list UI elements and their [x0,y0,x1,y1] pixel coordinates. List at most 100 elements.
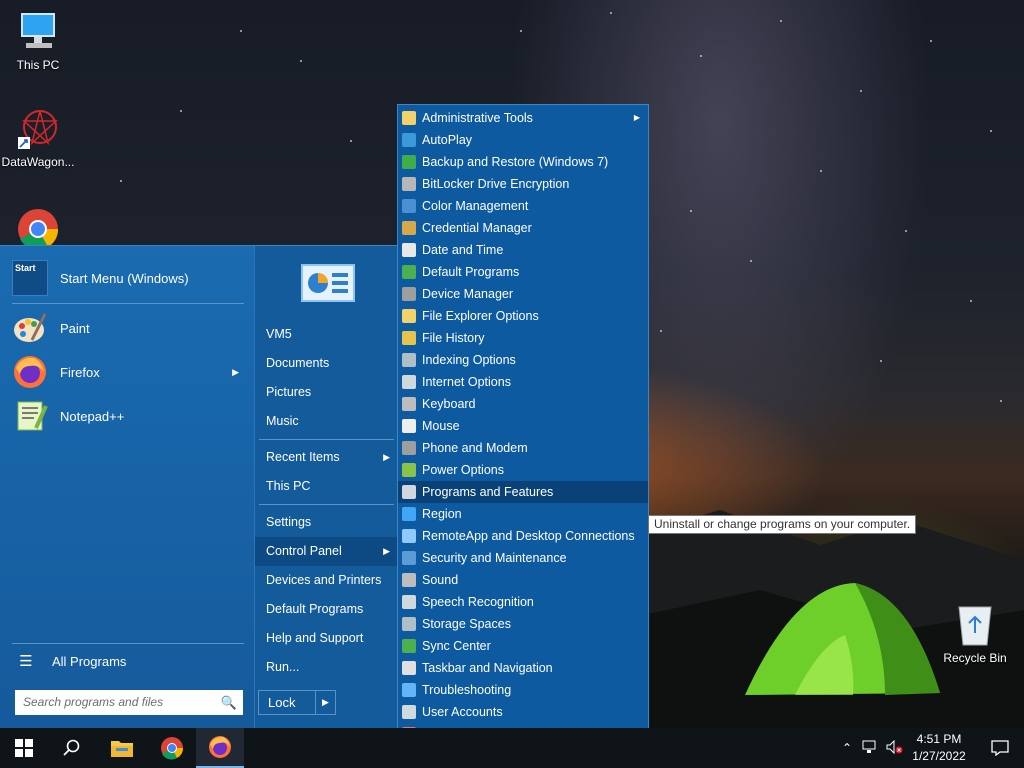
control-panel-item[interactable]: Phone and Modem [398,437,648,459]
control-panel-item[interactable]: Date and Time [398,239,648,261]
desktop-icon-chrome[interactable] [0,205,76,245]
all-programs-button[interactable]: ☰ All Programs [12,646,247,676]
start-link-pictures[interactable]: Pictures [255,378,398,407]
clock-icon [402,243,416,257]
link-label: Settings [266,515,312,529]
control-panel-item-label: Internet Options [422,375,511,389]
start-link-run[interactable]: Run... [255,653,398,682]
separator [259,439,394,440]
control-panel-item[interactable]: Sound [398,569,648,591]
separator [259,504,394,505]
control-panel-item[interactable]: Security and Maintenance [398,547,648,569]
windows-start-button[interactable] [0,728,48,768]
control-panel-item-label: Security and Maintenance [422,551,567,565]
datawagon-logo-icon [16,107,60,151]
control-panel-item[interactable]: Color Management [398,195,648,217]
start-item-firefox[interactable]: Firefox ▶ [12,352,247,392]
control-panel-item[interactable]: Power Options [398,459,648,481]
search-input[interactable]: Search programs and files 🔍 [15,690,243,715]
start-menu: Start Start Menu (Windows) Paint Firefox… [0,245,398,729]
link-label: Documents [266,356,330,370]
link-label: Recent Items [266,450,340,464]
start-link-default-programs[interactable]: Default Programs [255,595,398,624]
show-hidden-icons-chevron-icon[interactable]: ⌃ [836,741,858,755]
link-label: Control Panel [266,544,342,558]
control-panel-item[interactable]: Backup and Restore (Windows 7) [398,151,648,173]
control-panel-item[interactable]: Keyboard [398,393,648,415]
lock-button[interactable]: Lock ▶ [258,690,336,715]
control-panel-item-label: Taskbar and Navigation [422,661,553,675]
start-link-recent-items[interactable]: Recent Items ▶ [255,443,398,472]
control-panel-item[interactable]: Programs and Features [398,481,648,503]
control-panel-item-label: File History [422,331,485,345]
start-link-settings[interactable]: Settings [255,508,398,537]
control-panel-item-label: BitLocker Drive Encryption [422,177,570,191]
taskbar-firefox[interactable] [196,728,244,768]
desktop-icon-recycle-bin[interactable]: Recycle Bin [937,603,1013,665]
control-panel-item[interactable]: Speech Recognition [398,591,648,613]
desktop-icon-datawagon[interactable]: DataWagon... [0,107,76,169]
link-label: This PC [266,479,311,493]
control-panel-item[interactable]: Mouse [398,415,648,437]
storage-icon [402,617,416,631]
folder-options-icon [402,309,416,323]
control-panel-item[interactable]: File Explorer Options [398,305,648,327]
control-panel-item[interactable]: Region [398,503,648,525]
desktop-icon-this-pc[interactable]: This PC [0,10,76,72]
control-panel-item[interactable]: AutoPlay [398,129,648,151]
folder-icon [402,111,416,125]
control-panel-item[interactable]: Sync Center [398,635,648,657]
clock-time: 4:51 PM [916,732,962,746]
start-link-control-panel[interactable]: Control Panel ▶ [255,537,398,566]
network-icon[interactable] [858,740,882,757]
control-panel-item[interactable]: Storage Spaces [398,613,648,635]
folder-icon [111,741,133,757]
control-panel-item[interactable]: RemoteApp and Desktop Connections [398,525,648,547]
start-link-vm5[interactable]: VM5 [255,320,398,349]
link-label: Default Programs [266,602,364,616]
lock-options-arrow-icon[interactable]: ▶ [315,691,335,714]
taskbar-search-button[interactable] [48,728,96,768]
control-panel-item[interactable]: File History [398,327,648,349]
start-link-devices-printers[interactable]: Devices and Printers [255,566,398,595]
control-panel-item[interactable]: Indexing Options [398,349,648,371]
user-picture-icon[interactable] [301,264,355,302]
start-item-paint[interactable]: Paint [12,308,247,348]
system-tray: ⌃ [836,728,906,768]
start-item-label: Notepad++ [60,408,125,424]
taskbar-file-explorer[interactable] [98,728,146,768]
troubleshoot-icon [402,683,416,697]
start-link-help-support[interactable]: Help and Support [255,624,398,653]
control-panel-item[interactable]: User Accounts [398,701,648,723]
control-panel-item-label: File Explorer Options [422,309,539,323]
tent-illustration [745,583,940,695]
sync-icon [402,639,416,653]
action-center-button[interactable] [976,728,1024,768]
start-item-notepadpp[interactable]: Notepad++ [12,396,247,436]
control-panel-item[interactable]: Troubleshooting [398,679,648,701]
start-menu-right-pane: VM5 Documents Pictures Music Recent Item… [254,246,398,729]
taskbar-icon [402,661,416,675]
control-panel-item-label: Mouse [422,419,460,433]
start-link-this-pc[interactable]: This PC [255,472,398,501]
start-link-documents[interactable]: Documents [255,349,398,378]
search-placeholder: Search programs and files [23,695,164,709]
control-panel-item[interactable]: Administrative Tools ▶ [398,107,648,129]
taskbar-chrome[interactable] [148,728,196,768]
control-panel-item[interactable]: Device Manager [398,283,648,305]
control-panel-item-label: User Accounts [422,705,503,719]
taskbar-clock[interactable]: 4:51 PM 1/27/2022 [905,731,973,765]
all-programs-label: All Programs [52,653,127,669]
volume-muted-icon[interactable] [882,739,906,757]
notepadpp-icon [12,398,48,434]
control-panel-item[interactable]: Internet Options [398,371,648,393]
control-panel-item-label: Device Manager [422,287,514,301]
start-menu-header[interactable]: Start Start Menu (Windows) [12,258,247,298]
control-panel-item[interactable]: Credential Manager [398,217,648,239]
control-panel-item[interactable]: Taskbar and Navigation [398,657,648,679]
control-panel-item[interactable]: Default Programs [398,261,648,283]
control-panel-item[interactable]: BitLocker Drive Encryption [398,173,648,195]
power-icon [402,463,416,477]
remoteapp-icon [402,529,416,543]
start-link-music[interactable]: Music [255,407,398,436]
